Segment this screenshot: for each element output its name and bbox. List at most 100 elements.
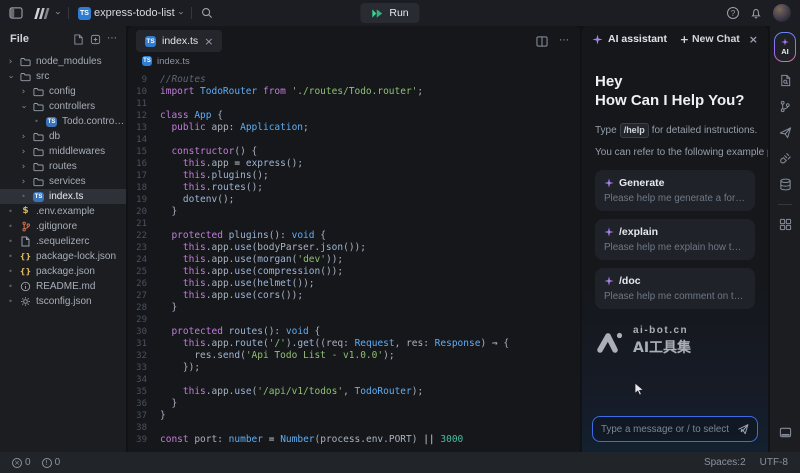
code-line[interactable]: 39const port: number = Number(process.en…	[128, 434, 580, 446]
search-icon[interactable]	[201, 7, 213, 19]
database-icon[interactable]	[779, 178, 792, 191]
code-line[interactable]: 27 this.app.use(cors());	[128, 290, 580, 302]
prompt-card-explain[interactable]: /explainPlease help me explain how this …	[595, 219, 755, 260]
user-avatar[interactable]	[773, 4, 791, 22]
code-line[interactable]: 26 this.app.use(helmet());	[128, 278, 580, 290]
code-line[interactable]: 33 });	[128, 362, 580, 374]
code-line[interactable]: 29	[128, 314, 580, 326]
tree-file-.gitignore[interactable]: •.gitignore	[0, 219, 126, 234]
tree-file-package.json[interactable]: •{}package.json	[0, 264, 126, 279]
sidebar-toggle-icon[interactable]	[9, 7, 23, 19]
code-line[interactable]: 36 }	[128, 398, 580, 410]
line-number: 29	[128, 314, 160, 326]
code-line[interactable]: 20 }	[128, 206, 580, 218]
file-marker-icon: •	[6, 267, 15, 276]
tree-file-tsconfig.json[interactable]: •tsconfig.json	[0, 294, 126, 309]
code-line[interactable]: 28 }	[128, 302, 580, 314]
tree-item-label: .sequelizerc	[36, 236, 89, 247]
send-icon[interactable]	[737, 423, 749, 435]
tree-file-Todo.controller.ts[interactable]: •TSTodo.controller.ts	[0, 114, 126, 129]
new-chat-button[interactable]: + New Chat	[680, 33, 740, 45]
code-line[interactable]: 31 this.app.route('/').get((req: Request…	[128, 338, 580, 350]
run-button[interactable]: Run	[360, 3, 419, 23]
code-line[interactable]: 34	[128, 374, 580, 386]
code-line[interactable]: 9//Routes	[128, 74, 580, 86]
prompt-card-doc[interactable]: /docPlease help me comment on this code.	[595, 268, 755, 309]
more-actions-icon[interactable]: ⋯	[559, 36, 570, 46]
tree-folder-src[interactable]: ›src	[0, 69, 126, 84]
tree-file-.env.example[interactable]: •$.env.example	[0, 204, 126, 219]
top-bar: › TS express-todo-list › Run ?	[0, 0, 800, 26]
new-file-icon[interactable]	[73, 34, 84, 45]
indentation-setting[interactable]: Spaces:2	[704, 457, 746, 468]
docs-icon[interactable]	[779, 74, 792, 87]
code-line[interactable]: 22 protected plugins(): void {	[128, 230, 580, 242]
code-line[interactable]: 13 public app: Application;	[128, 122, 580, 134]
ai-assistant-toggle[interactable]: AI	[774, 32, 796, 62]
tree-folder-middlewares[interactable]: ›middlewares	[0, 144, 126, 159]
chat-input-box[interactable]	[592, 416, 758, 442]
prompt-card-Generate[interactable]: GeneratePlease help me generate a form c…	[595, 170, 755, 211]
tree-item-label: controllers	[49, 101, 95, 112]
tree-folder-config[interactable]: ›config	[0, 84, 126, 99]
notifications-icon[interactable]	[750, 7, 762, 19]
code-line[interactable]: 38	[128, 422, 580, 434]
code-text: this.plugins();	[160, 170, 269, 182]
errors-indicator[interactable]: × 0	[12, 457, 31, 468]
code-line[interactable]: 24 this.app.use(morgan('dev'));	[128, 254, 580, 266]
tree-folder-db[interactable]: ›db	[0, 129, 126, 144]
code-line[interactable]: 14	[128, 134, 580, 146]
tree-item-label: package-lock.json	[36, 251, 116, 262]
code-line[interactable]: 21	[128, 218, 580, 230]
plugins-icon[interactable]	[779, 152, 792, 165]
code-line[interactable]: 12class App {	[128, 110, 580, 122]
encoding-setting[interactable]: UTF-8	[760, 457, 788, 468]
tree-file-index.ts[interactable]: •TSindex.ts	[0, 189, 126, 204]
tree-folder-controllers[interactable]: ›controllers	[0, 99, 126, 114]
split-editor-icon[interactable]	[536, 36, 548, 47]
code-line[interactable]: 16 this.app = express();	[128, 158, 580, 170]
line-number: 39	[128, 434, 160, 446]
code-line[interactable]: 30 protected routes(): void {	[128, 326, 580, 338]
chat-input[interactable]	[601, 424, 731, 435]
deploy-icon[interactable]	[779, 126, 792, 139]
tree-file-README.md[interactable]: •README.md	[0, 279, 126, 294]
prompt-title: Generate	[619, 177, 665, 189]
tree-folder-node_modules[interactable]: ›node_modules	[0, 54, 126, 69]
app-logo[interactable]: ›	[32, 8, 59, 19]
close-panel-icon[interactable]: ×	[749, 33, 758, 46]
sparkle-icon	[604, 276, 614, 286]
code-line[interactable]: 15 constructor() {	[128, 146, 580, 158]
source-control-icon[interactable]	[779, 100, 791, 113]
warnings-indicator[interactable]: ! 0	[42, 457, 61, 468]
tab-index-ts[interactable]: TS index.ts ×	[136, 30, 222, 52]
project-switcher[interactable]: TS express-todo-list ›	[78, 7, 182, 20]
extensions-icon[interactable]	[779, 218, 792, 231]
breadcrumb[interactable]: TS index.ts	[128, 52, 580, 70]
code-text: this.app.use(cors());	[160, 290, 303, 302]
line-number: 17	[128, 170, 160, 182]
close-tab-icon[interactable]: ×	[204, 35, 213, 48]
code-line[interactable]: 32 res.send('Api Todo List - v1.0.0');	[128, 350, 580, 362]
code-line[interactable]: 10import TodoRouter from './routes/Todo.…	[128, 86, 580, 98]
tree-file-package-lock.json[interactable]: •{}package-lock.json	[0, 249, 126, 264]
code-line[interactable]: 37}	[128, 410, 580, 422]
code-line[interactable]: 11	[128, 98, 580, 110]
tree-file-.sequelizerc[interactable]: •.sequelizerc	[0, 234, 126, 249]
line-number: 18	[128, 182, 160, 194]
more-icon[interactable]: ⋯	[107, 34, 118, 44]
code-area[interactable]: 9//Routes10import TodoRouter from './rou…	[128, 70, 580, 452]
code-line[interactable]: 23 this.app.use(bodyParser.json());	[128, 242, 580, 254]
line-number: 34	[128, 374, 160, 386]
tree-folder-routes[interactable]: ›routes	[0, 159, 126, 174]
help-icon[interactable]: ?	[727, 7, 739, 19]
code-line[interactable]: 25 this.app.use(compression());	[128, 266, 580, 278]
tree-folder-services[interactable]: ›services	[0, 174, 126, 189]
panel-layout-icon[interactable]	[779, 426, 792, 444]
code-line[interactable]: 17 this.plugins();	[128, 170, 580, 182]
code-line[interactable]: 18 this.routes();	[128, 182, 580, 194]
code-line[interactable]: 35 this.app.use('/api/v1/todos', TodoRou…	[128, 386, 580, 398]
help-prefix: Type	[595, 125, 617, 136]
new-folder-icon[interactable]	[90, 34, 101, 45]
code-line[interactable]: 19 dotenv();	[128, 194, 580, 206]
